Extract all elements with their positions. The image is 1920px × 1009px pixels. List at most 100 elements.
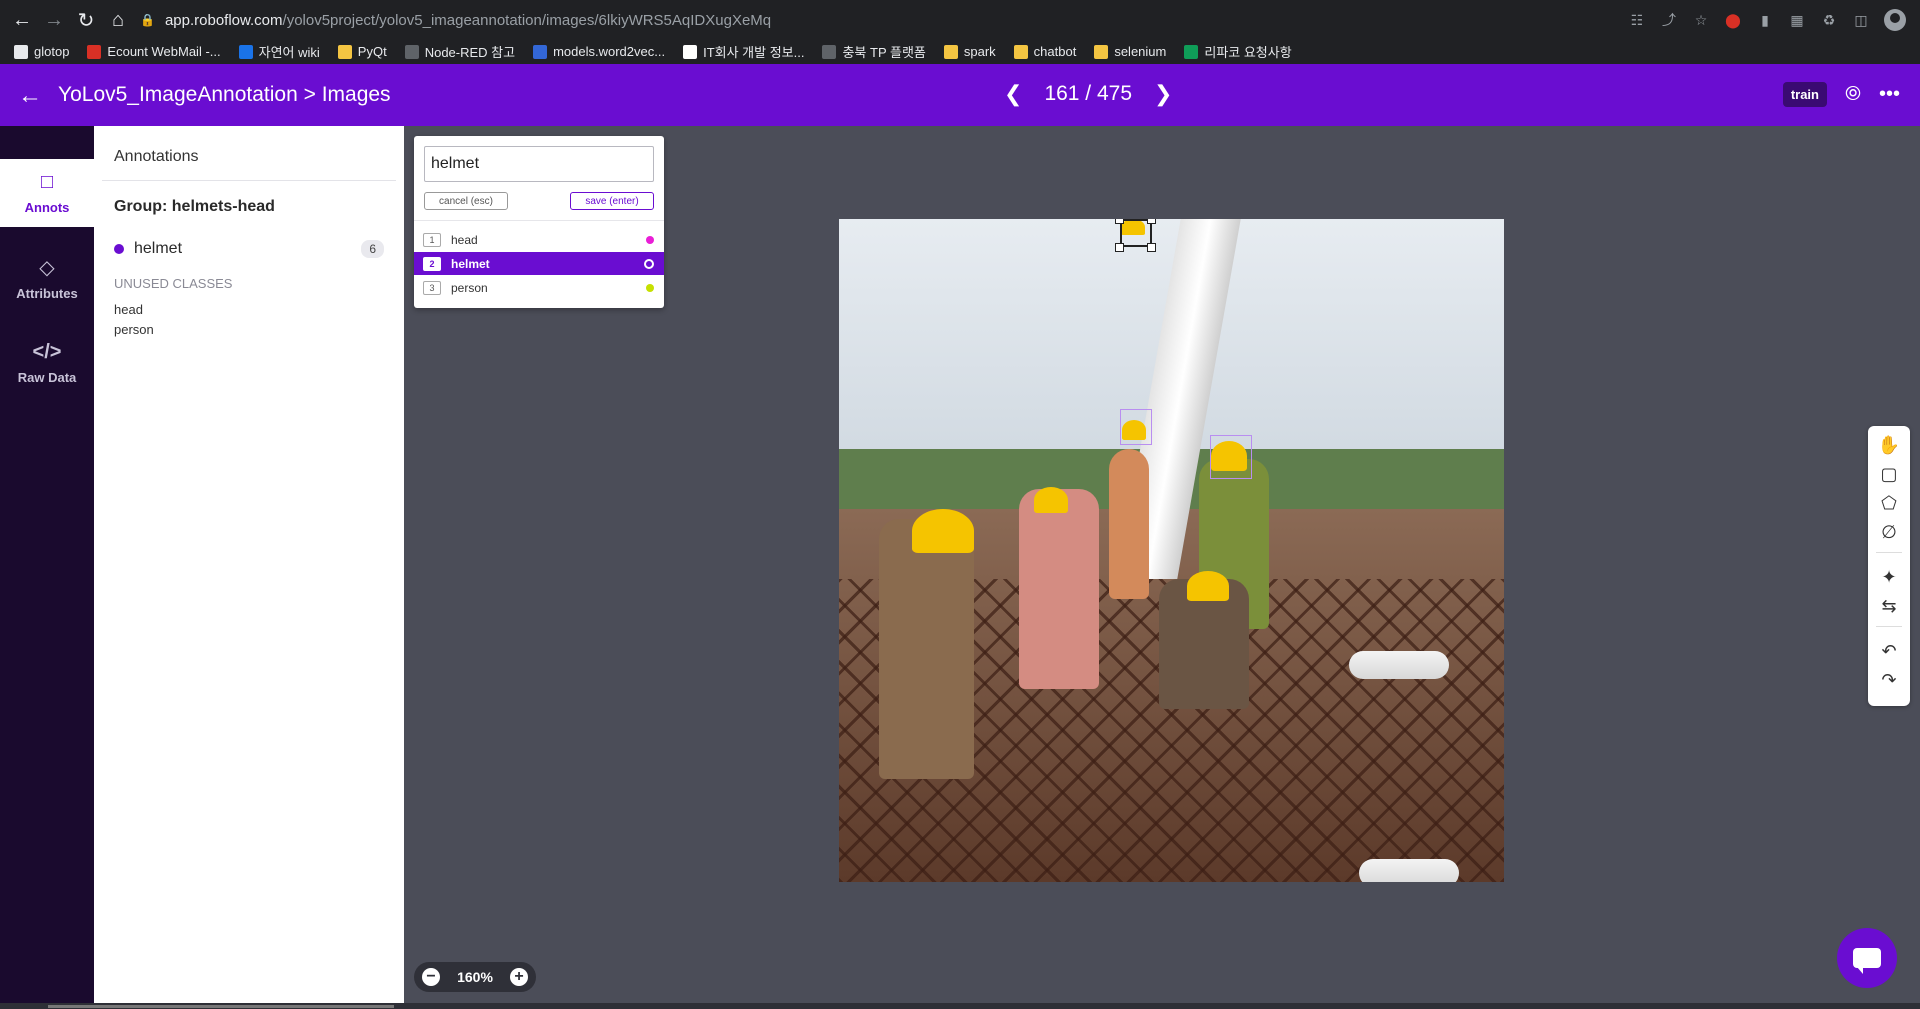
bookmark-favicon-icon bbox=[533, 44, 548, 59]
hide-annotations-icon[interactable]: ⦾ bbox=[1845, 83, 1861, 106]
option-color-dot bbox=[646, 283, 654, 292]
image-pipe bbox=[1349, 651, 1449, 679]
bookmark-favicon-icon bbox=[337, 44, 352, 59]
hand-icon[interactable]: ✋ bbox=[1868, 432, 1910, 458]
extension-2-icon[interactable]: ▦ bbox=[1788, 11, 1806, 29]
class-option-head[interactable]: 1 head bbox=[414, 228, 664, 251]
extension-icon[interactable]: ▮ bbox=[1756, 11, 1774, 29]
tool-palette: ✋ ▢ ⬠ ∅ ✦ ⇆ ↶ ↷ bbox=[1868, 426, 1910, 706]
bookmark-label: chatbot bbox=[1033, 44, 1077, 59]
app-header: ← YoLov5_ImageAnnotation > Images ❮ 161 … bbox=[0, 64, 1920, 126]
adblock-icon[interactable]: ⬤ bbox=[1724, 11, 1742, 29]
back-arrow-icon[interactable]: ← bbox=[18, 82, 42, 110]
more-options-icon[interactable]: ••• bbox=[1879, 83, 1900, 106]
image-worker bbox=[1109, 449, 1149, 599]
nav-annots[interactable]: □ Annots bbox=[0, 159, 94, 227]
helmet-bbox[interactable] bbox=[1120, 409, 1152, 445]
prev-image-icon[interactable]: ❮ bbox=[1004, 81, 1022, 107]
bookmark-item[interactable]: Ecount WebMail -... bbox=[87, 44, 221, 59]
chat-icon bbox=[1853, 948, 1881, 974]
save-button[interactable]: save (enter) bbox=[570, 192, 654, 210]
bbox-icon[interactable]: ▢ bbox=[1868, 461, 1910, 487]
group-title: Group: helmets-head bbox=[114, 198, 275, 215]
panel-divider bbox=[102, 180, 396, 181]
polygon-icon[interactable]: ⬠ bbox=[1868, 490, 1910, 516]
bookmarks-bar: glotop Ecount WebMail -... 자연어 wiki PyQt Nod… bbox=[0, 39, 1920, 64]
bookmark-item[interactable]: PyQt bbox=[337, 44, 387, 59]
profile-avatar[interactable] bbox=[1884, 9, 1906, 31]
puzzle-icon[interactable]: ♻ bbox=[1820, 11, 1838, 29]
resize-handle[interactable] bbox=[1147, 219, 1156, 224]
zoom-out-icon[interactable]: − bbox=[422, 968, 440, 986]
redo-icon[interactable]: ↷ bbox=[1868, 667, 1910, 693]
image-worker bbox=[1019, 489, 1099, 689]
pager-position: 161 / 475 bbox=[1044, 82, 1133, 105]
bookmark-item[interactable]: chatbot bbox=[1013, 44, 1077, 59]
class-name-input[interactable] bbox=[424, 146, 654, 182]
unused-class-item[interactable]: person bbox=[114, 322, 154, 337]
browser-forward-icon[interactable]: → bbox=[38, 4, 70, 36]
bookmark-item[interactable]: IT회사 개발 정보... bbox=[683, 42, 804, 61]
share-icon[interactable]: ⤴ bbox=[1660, 11, 1678, 29]
annotation-count: 6 bbox=[361, 240, 384, 258]
horizontal-scrollbar[interactable] bbox=[0, 1003, 1920, 1009]
bookmark-favicon-icon bbox=[822, 44, 837, 59]
browser-actions: ☷ ⤴ ☆ ⬤ ▮ ▦ ♻ ◫ bbox=[1628, 6, 1906, 34]
code-icon: </> bbox=[32, 341, 62, 363]
null-icon[interactable]: ∅ bbox=[1868, 519, 1910, 545]
undo-icon[interactable]: ↶ bbox=[1868, 638, 1910, 664]
class-option-person[interactable]: 3 person bbox=[414, 276, 664, 299]
option-label: head bbox=[451, 232, 478, 247]
next-image-icon[interactable]: ❯ bbox=[1154, 81, 1172, 107]
annotation-class-name: helmet bbox=[134, 240, 183, 257]
bookmark-item[interactable]: Node-RED 참고 bbox=[404, 42, 515, 61]
zoom-in-icon[interactable]: + bbox=[510, 968, 528, 986]
image-helmet bbox=[1034, 487, 1068, 513]
note-icon: □ bbox=[40, 171, 54, 193]
breadcrumb[interactable]: YoLov5_ImageAnnotation > Images bbox=[58, 83, 391, 107]
class-color-dot bbox=[114, 244, 124, 254]
unused-class-item[interactable]: head bbox=[114, 302, 143, 317]
annotated-image[interactable] bbox=[839, 219, 1504, 882]
magic-wand-icon[interactable]: ✦ bbox=[1868, 564, 1910, 590]
resize-handle[interactable] bbox=[1147, 243, 1156, 252]
option-shortcut-key: 1 bbox=[423, 232, 441, 247]
browser-reload-icon[interactable]: ↻ bbox=[70, 4, 102, 36]
image-worker bbox=[879, 519, 974, 779]
bookmark-item[interactable]: models.word2vec... bbox=[533, 44, 665, 59]
class-option-helmet[interactable]: 2 helmet bbox=[414, 252, 664, 275]
resize-handle[interactable] bbox=[1115, 219, 1124, 224]
helmet-bbox[interactable] bbox=[1210, 435, 1252, 479]
nav-raw-data[interactable]: </> Raw Data bbox=[0, 329, 94, 397]
bookmark-item[interactable]: 리파코 요청사항 bbox=[1184, 42, 1292, 61]
bookmark-item[interactable]: 충북 TP 플랫폼 bbox=[822, 42, 926, 61]
star-icon[interactable]: ☆ bbox=[1692, 11, 1710, 29]
nav-attributes[interactable]: ◇ Attributes bbox=[0, 244, 94, 312]
chat-button[interactable] bbox=[1837, 928, 1897, 988]
panel-title: Annotations bbox=[114, 148, 199, 165]
image-pipe bbox=[1359, 859, 1459, 882]
header-actions: train ⦾ ••• bbox=[1782, 82, 1900, 107]
bookmark-item[interactable]: glotop bbox=[14, 44, 69, 59]
bookmark-label: 충북 TP 플랫폼 bbox=[842, 45, 926, 60]
bookmark-label: spark bbox=[963, 44, 996, 59]
translate-icon[interactable]: ☷ bbox=[1628, 11, 1646, 29]
bookmark-label: glotop bbox=[34, 44, 70, 59]
browser-home-icon[interactable]: ⌂ bbox=[102, 4, 134, 36]
bookmark-label: selenium bbox=[1114, 44, 1167, 59]
sidepanel-icon[interactable]: ◫ bbox=[1852, 11, 1870, 29]
split-badge[interactable]: train bbox=[1782, 82, 1827, 107]
resize-handle[interactable] bbox=[1115, 243, 1124, 252]
annotation-class-row[interactable]: helmet 6 bbox=[114, 238, 384, 260]
bookmark-label: PyQt bbox=[357, 44, 387, 59]
bookmark-item[interactable]: spark bbox=[943, 44, 996, 59]
option-color-dot bbox=[646, 235, 654, 244]
bookmark-item[interactable]: 자연어 wiki bbox=[238, 42, 320, 61]
bookmark-favicon-icon bbox=[238, 44, 253, 59]
bookmark-favicon-icon bbox=[1013, 44, 1028, 59]
browser-back-icon[interactable]: ← bbox=[6, 4, 38, 36]
bookmark-item[interactable]: selenium bbox=[1094, 44, 1166, 59]
cancel-button[interactable]: cancel (esc) bbox=[424, 192, 508, 210]
address-bar[interactable]: 🔒 app.roboflow.com/yolov5project/yolov5_… bbox=[140, 6, 1688, 34]
repeat-icon[interactable]: ⇆ bbox=[1868, 593, 1910, 619]
